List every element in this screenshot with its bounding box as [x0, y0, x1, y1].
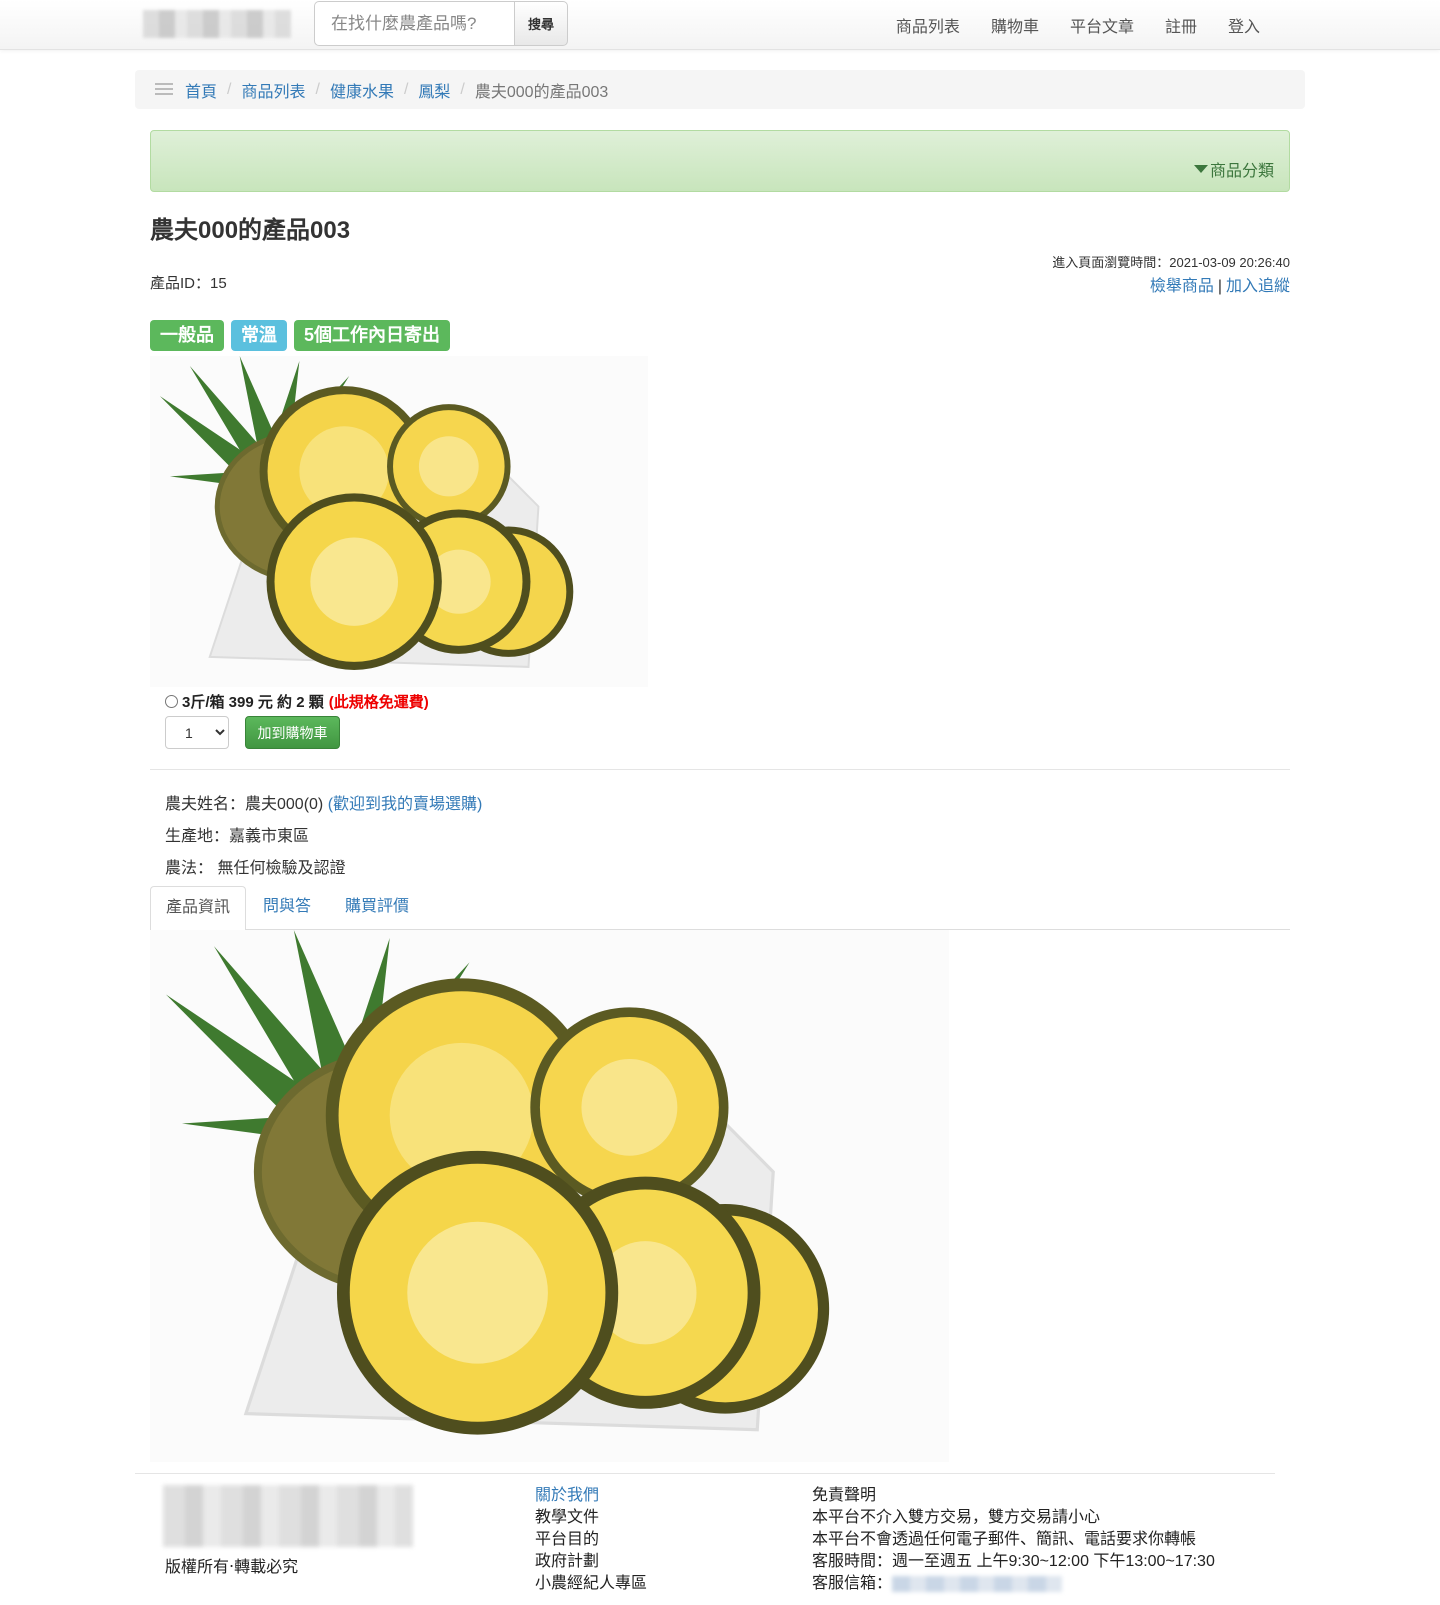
farming-method: 農法： 無任何檢驗及認證	[165, 860, 346, 877]
quantity-select[interactable]: 1	[165, 716, 229, 749]
disclaimer-line: 本平台不會透過任何電子郵件、簡訊、電話要求你轉帳	[812, 1531, 1197, 1548]
product-id: 產品ID：15	[150, 275, 227, 292]
tab-reviews[interactable]: 購買評價	[330, 886, 424, 930]
nav-login[interactable]: 登入	[1228, 13, 1260, 37]
browse-time: 進入頁面瀏覽時間：2021-03-09 20:26:40	[1052, 255, 1290, 270]
farmer-info: 農夫姓名：農夫000(0) (歡迎到我的賣場選購)	[165, 790, 482, 814]
section-divider	[150, 769, 1290, 770]
nav-register[interactable]: 註冊	[1165, 13, 1197, 37]
category-panel: 商品分類	[150, 130, 1290, 192]
follow-product-link[interactable]: 加入追縱	[1226, 278, 1290, 295]
pineapple-detail-photo	[150, 930, 949, 1462]
add-to-cart-button[interactable]: 加到購物車	[245, 716, 340, 749]
tab-qa[interactable]: 問與答	[248, 886, 326, 930]
breadcrumb-separator: /	[227, 80, 232, 98]
footer-logo	[163, 1485, 413, 1547]
nav-product-list[interactable]: 商品列表	[896, 13, 960, 37]
main-nav: 商品列表 購物車 平台文章 註冊 登入	[865, 0, 1260, 50]
product-badges: 一般品 常溫 5個工作內日寄出	[150, 320, 457, 351]
footer-gov-plan-link[interactable]: 政府計劃	[535, 1551, 647, 1573]
badge-general: 一般品	[150, 320, 224, 351]
action-separator: |	[1217, 278, 1222, 295]
badge-room-temp: 常溫	[231, 320, 287, 351]
breadcrumb-separator: /	[315, 80, 320, 98]
breadcrumb: 首頁 / 商品列表 / 健康水果 / 鳳梨 / 農夫000的產品003	[135, 70, 1305, 109]
service-email-value[interactable]	[892, 1575, 1063, 1592]
footer-links: 關於我們 教學文件 平台目的 政府計劃 小農經紀人專區	[535, 1485, 647, 1595]
spec-option[interactable]: 3斤/箱 399 元 約 2 顆 (此規格免運費)	[165, 691, 429, 712]
footer-agent-link[interactable]: 小農經紀人專區	[535, 1573, 647, 1595]
free-shipping-note: (此規格免運費)	[328, 694, 429, 711]
badge-shipping: 5個工作內日寄出	[294, 320, 451, 351]
report-product-link[interactable]: 檢舉商品	[1150, 278, 1214, 295]
spec-radio[interactable]	[165, 695, 178, 708]
search-button[interactable]: 搜尋	[514, 1, 568, 46]
product-tabs: 產品資訊 問與答 購買評價	[150, 886, 1290, 931]
service-email: 客服信箱：	[812, 1573, 1215, 1595]
breadcrumb-healthy-fruit[interactable]: 健康水果	[330, 78, 394, 102]
menu-bars-icon	[155, 83, 173, 96]
disclaimer-title: 免責聲明	[812, 1487, 877, 1504]
disclaimer-line: 本平台不介入雙方交易，雙方交易請小心	[812, 1509, 1101, 1526]
breadcrumb-product-list[interactable]: 商品列表	[241, 78, 305, 102]
copyright: 版權所有‧轉載必究	[165, 1559, 299, 1576]
breadcrumb-separator: /	[460, 80, 465, 98]
footer-purpose-link[interactable]: 平台目的	[535, 1529, 647, 1551]
nav-cart[interactable]: 購物車	[991, 13, 1039, 37]
pineapple-photo	[150, 356, 648, 687]
category-toggle-label: 商品分類	[1209, 163, 1274, 180]
breadcrumb-pineapple[interactable]: 鳳梨	[418, 78, 450, 102]
origin-info: 生產地：嘉義市東區	[165, 828, 310, 845]
search-input[interactable]	[314, 1, 514, 46]
footer-divider	[135, 1473, 1275, 1474]
site-logo[interactable]	[143, 10, 291, 38]
spec-text: 3斤/箱 399 元 約 2 顆	[182, 694, 324, 711]
breadcrumb-home[interactable]: 首頁	[185, 78, 217, 102]
service-hours: 客服時間：週一至週五 上午9:30~12:00 下午13:00~17:30	[812, 1553, 1215, 1570]
footer-docs-link[interactable]: 教學文件	[535, 1507, 647, 1529]
tab-product-info[interactable]: 產品資訊	[150, 886, 247, 931]
product-detail-image	[150, 930, 949, 1462]
product-actions: 檢舉商品 | 加入追縱	[1150, 272, 1290, 296]
service-email-label: 客服信箱：	[812, 1575, 893, 1592]
category-toggle[interactable]: 商品分類	[1193, 157, 1274, 181]
footer-disclaimer: 免責聲明 本平台不介入雙方交易，雙方交易請小心 本平台不會透過任何電子郵件、簡訊…	[812, 1485, 1215, 1595]
product-image	[150, 356, 648, 687]
breadcrumb-current: 農夫000的產品003	[474, 83, 609, 101]
farmer-name: 農夫姓名：農夫000(0)	[165, 796, 324, 813]
product-title: 農夫000的產品003	[150, 217, 351, 244]
nav-articles[interactable]: 平台文章	[1070, 13, 1134, 37]
top-navbar: 搜尋 商品列表 購物車 平台文章 註冊 登入	[0, 0, 1440, 50]
caret-down-icon	[1193, 165, 1208, 173]
breadcrumb-separator: /	[403, 80, 409, 98]
farmer-store-link[interactable]: (歡迎到我的賣場選購)	[328, 796, 483, 813]
footer-about-link[interactable]: 關於我們	[535, 1487, 599, 1504]
